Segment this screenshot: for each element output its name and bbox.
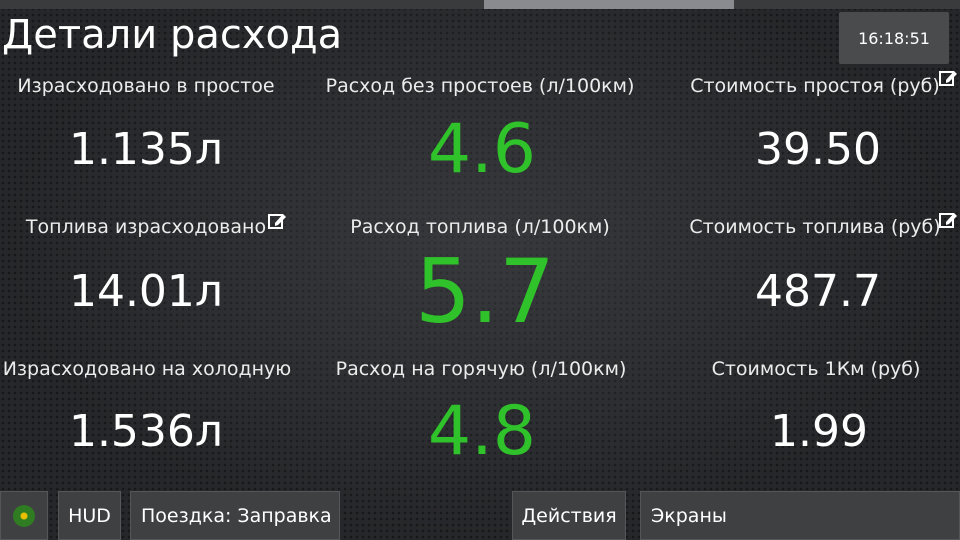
edit-icon[interactable] [267, 211, 287, 231]
edit-icon[interactable] [938, 68, 958, 88]
fuel-cost-value: 487.7 [755, 266, 881, 317]
idle-consumed-label: Израсходовано в простое [17, 75, 275, 97]
top-scroll-indicator [0, 0, 960, 9]
actions-button[interactable]: Действия [512, 491, 626, 540]
idle-consumed-value: 1.135л [68, 124, 224, 175]
hot-rate-label: Расход на горячую (л/100км) [335, 358, 627, 380]
idle-cost-value: 39.50 [755, 124, 881, 175]
page-title: Детали расхода [2, 12, 343, 58]
clock: 16:18:51 [839, 12, 949, 64]
edit-icon[interactable] [938, 210, 958, 230]
scroll-track-right [734, 0, 960, 9]
fuel-rate-label: Расход топлива (л/100км) [350, 216, 610, 238]
no-idle-rate-value: 4.6 [427, 110, 537, 189]
trip-button[interactable]: Поездка: Заправка [130, 491, 340, 540]
fuel-consumed-label: Топлива израсходовано [25, 216, 267, 238]
cold-consumed-label: Израсходовано на холодную [2, 358, 292, 380]
cold-consumed-value: 1.536л [68, 406, 224, 457]
fuel-cost-label: Стоимость топлива (руб) [689, 216, 941, 238]
fuel-consumed-value: 14.01л [68, 266, 224, 317]
fuel-rate-value: 5.7 [415, 240, 555, 343]
no-idle-rate-label: Расход без простоев (л/100км) [325, 75, 635, 97]
scroll-thumb[interactable] [484, 0, 734, 9]
km-cost-value: 1.99 [770, 406, 868, 457]
hot-rate-value: 4.8 [427, 392, 537, 471]
scroll-track-left [0, 0, 484, 9]
km-cost-label: Стоимость 1Км (руб) [711, 358, 921, 380]
hud-button[interactable]: HUD [58, 491, 121, 540]
status-indicator-icon [13, 504, 35, 527]
fuel-details-screen: Детали расхода 16:18:51 Израсходовано в … [0, 0, 960, 540]
idle-cost-label: Стоимость простоя (руб) [690, 75, 940, 97]
screens-button[interactable]: Экраны [640, 491, 960, 540]
status-button[interactable] [0, 491, 48, 540]
